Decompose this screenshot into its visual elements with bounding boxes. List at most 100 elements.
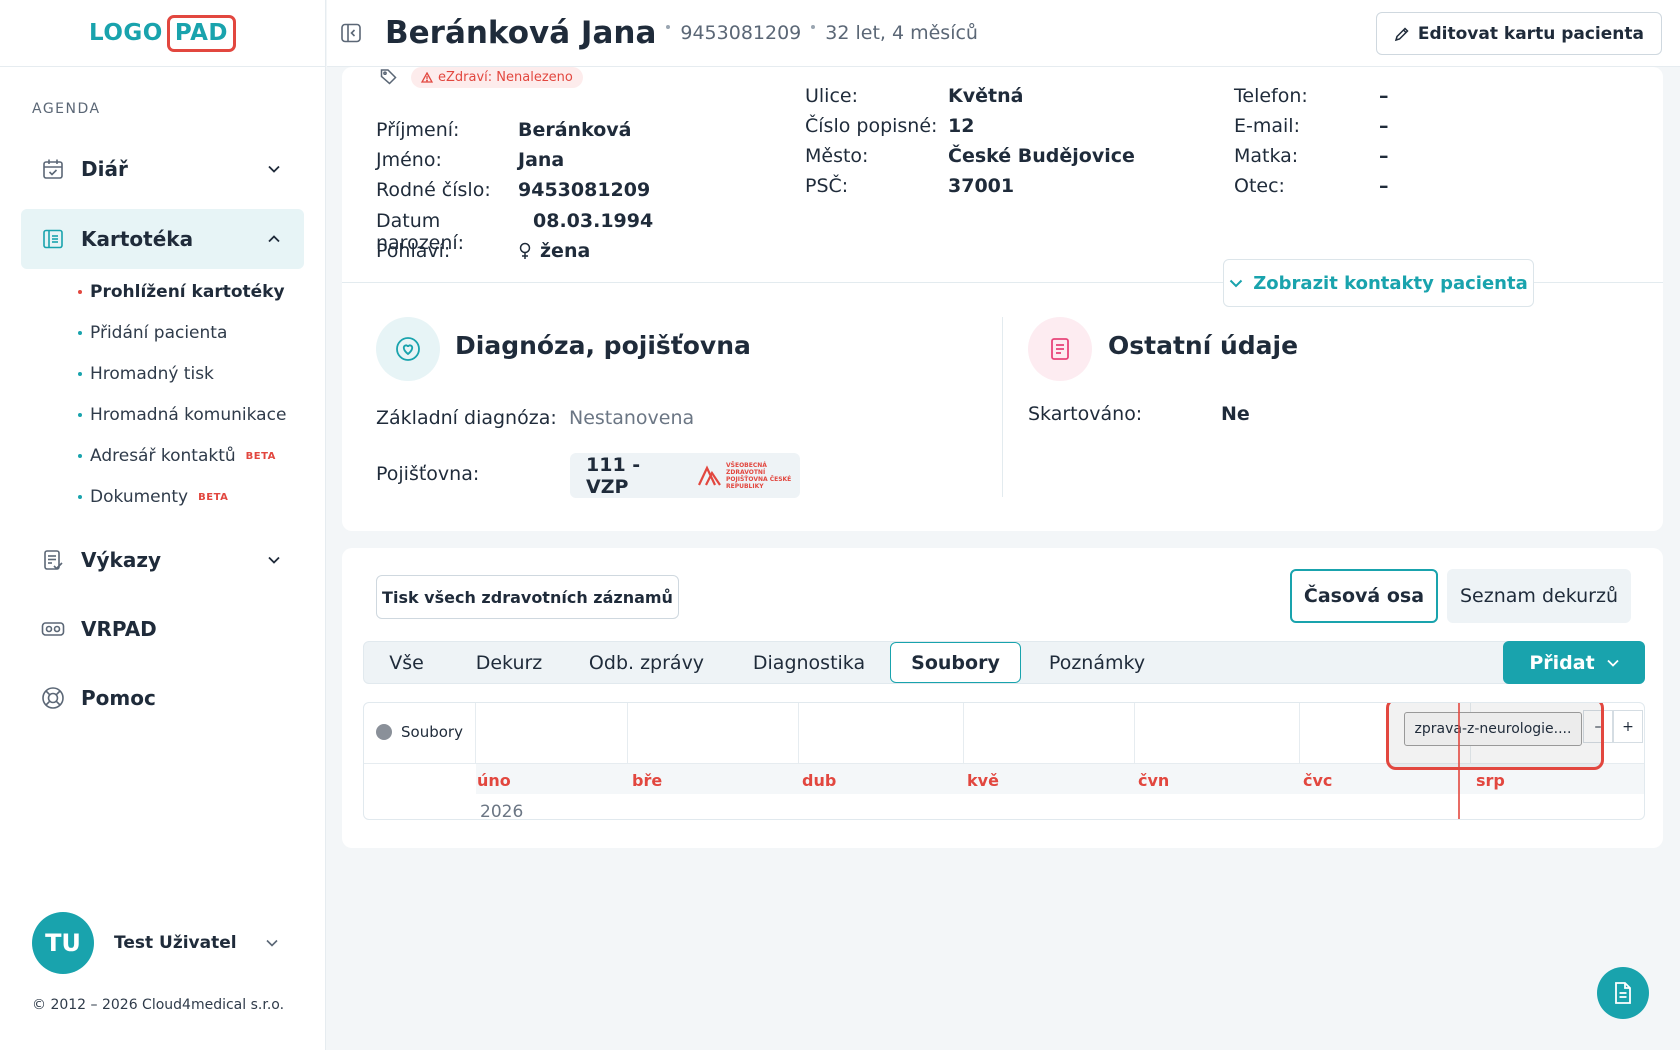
field-label: Pohlaví: bbox=[376, 240, 451, 262]
sidebar-subitem-prohlizeni[interactable]: Prohlížení kartotéky bbox=[78, 282, 285, 302]
timeline-current-date-marker bbox=[1458, 703, 1460, 819]
field-sex: Pohlaví: žena bbox=[376, 240, 590, 262]
field-value: 9453081209 bbox=[518, 179, 651, 201]
show-patient-contacts-button[interactable]: Zobrazit kontakty pacienta bbox=[1223, 259, 1534, 307]
sidebar-subitem-label: Dokumenty bbox=[90, 487, 189, 507]
field-value: Jana bbox=[518, 149, 565, 171]
sidebar-item-vrpad[interactable]: VRPAD bbox=[21, 599, 304, 659]
lifebuoy-icon bbox=[41, 686, 65, 710]
field-label: E-mail: bbox=[1234, 115, 1300, 137]
timeline-gridline bbox=[1299, 703, 1300, 763]
tab-poznamky[interactable]: Poznámky bbox=[1026, 642, 1168, 683]
field-label: Skartováno: bbox=[1028, 403, 1143, 425]
sidebar-subitem-adresar[interactable]: Adresář kontaktů BETA bbox=[78, 446, 276, 466]
sidebar-item-diar[interactable]: Diář bbox=[21, 139, 304, 199]
sidebar-subitem-label: Hromadná komunikace bbox=[90, 405, 287, 425]
sidebar-subitem-label: Adresář kontaktů bbox=[90, 446, 236, 466]
chevron-down-icon bbox=[266, 161, 282, 177]
sidebar-subitem-dokumenty[interactable]: Dokumenty BETA bbox=[78, 487, 228, 507]
section-title-agenda: AGENDA bbox=[32, 101, 101, 117]
patient-info-card: eZdraví: Nenalezeno Příjmení: Beránková J… bbox=[342, 67, 1663, 531]
other-section-title: Ostatní údaje bbox=[1108, 331, 1299, 360]
zoom-in-button[interactable]: + bbox=[1613, 710, 1643, 743]
field-value: 37001 bbox=[948, 175, 1015, 197]
sidebar-item-label: Pomoc bbox=[81, 686, 156, 710]
timeline-month: kvě bbox=[967, 771, 999, 790]
sidebar-item-vykazy[interactable]: Výkazy bbox=[21, 530, 304, 590]
chevron-down-icon bbox=[1607, 659, 1619, 667]
add-record-button[interactable]: Přidat bbox=[1503, 641, 1645, 684]
field-value: Květná bbox=[948, 85, 1024, 107]
sidebar-subitem-label: Přidání pacienta bbox=[90, 323, 228, 343]
logo-part-logo: LOGO bbox=[89, 20, 163, 46]
vzp-logo: VŠEOBECNÁ ZDRAVOTNÍ POJIŠŤOVNA ČESKÉ REP… bbox=[697, 462, 800, 490]
sidebar-item-pomoc[interactable]: Pomoc bbox=[21, 668, 304, 728]
decursus-list-button[interactable]: Seznam dekurzů bbox=[1447, 569, 1631, 623]
field-shredded: Skartováno: Ne bbox=[1028, 403, 1250, 425]
chevron-down-icon bbox=[266, 939, 278, 947]
document-icon bbox=[1049, 337, 1071, 361]
other-section-icon-wrap bbox=[1028, 317, 1092, 381]
sidebar-item-label: Kartotéka bbox=[81, 227, 194, 251]
print-all-records-button[interactable]: Tisk všech zdravotních záznamů bbox=[376, 575, 679, 619]
group-color-dot bbox=[376, 724, 392, 740]
field-label: Telefon: bbox=[1234, 85, 1308, 107]
field-value: – bbox=[1379, 145, 1389, 167]
logo-part-pad: PAD bbox=[166, 14, 236, 52]
field-label: Ulice: bbox=[805, 85, 859, 107]
sidebar-subitem-label: Hromadný tisk bbox=[90, 364, 214, 384]
field-zip: PSČ: 37001 bbox=[805, 175, 1014, 197]
tab-diagnostika[interactable]: Diagnostika bbox=[729, 642, 889, 683]
tab-vse[interactable]: Vše bbox=[364, 642, 449, 683]
section-divider bbox=[1002, 317, 1003, 497]
timeline-view-button[interactable]: Časová osa bbox=[1290, 569, 1438, 623]
tab-soubory[interactable]: Soubory bbox=[890, 642, 1021, 683]
report-icon bbox=[41, 548, 65, 572]
sidebar-subitem-hromadna-komunikace[interactable]: Hromadná komunikace bbox=[78, 405, 286, 425]
files-timeline[interactable]: Soubory úno bře dub kvě čvn čvc srp 2026… bbox=[363, 702, 1645, 820]
field-label: Pojišťovna: bbox=[376, 463, 480, 485]
field-email: E-mail: – bbox=[1234, 115, 1389, 137]
timeline-gridline bbox=[963, 703, 964, 763]
timeline-month: dub bbox=[802, 771, 837, 790]
edit-patient-card-button[interactable]: Editovat kartu pacienta bbox=[1375, 12, 1662, 55]
insurance-code: 111 - VZP bbox=[586, 453, 641, 498]
field-value: – bbox=[1379, 85, 1389, 107]
timeline-group-text: Soubory bbox=[401, 723, 463, 741]
calendar-icon bbox=[41, 157, 65, 181]
timeline-month: srp bbox=[1476, 771, 1505, 790]
tab-dekurz[interactable]: Dekurz bbox=[454, 642, 564, 683]
page-title: Beránková Jana bbox=[385, 15, 657, 51]
timeline-year: 2026 bbox=[480, 802, 524, 820]
edit-patient-card-label: Editovat kartu pacienta bbox=[1417, 23, 1644, 44]
tab-odb-zpravy[interactable]: Odb. zprávy bbox=[569, 642, 724, 683]
field-value: Beránková bbox=[518, 119, 632, 141]
tag-icon[interactable] bbox=[380, 68, 397, 85]
field-mother: Matka: – bbox=[1234, 145, 1389, 167]
ezdravi-status-badge: eZdraví: Nenalezeno bbox=[411, 67, 583, 88]
sidebar-item-kartoteka[interactable]: Kartotéka bbox=[21, 209, 304, 269]
pencil-icon bbox=[1394, 26, 1410, 42]
vr-headset-icon bbox=[41, 617, 65, 641]
user-menu[interactable]: TU Test Uživatel bbox=[32, 912, 282, 974]
sidebar-toggle-icon[interactable] bbox=[337, 19, 365, 47]
beta-badge: BETA bbox=[198, 491, 229, 503]
field-label: Základní diagnóza: bbox=[376, 407, 557, 429]
show-patient-contacts-label: Zobrazit kontakty pacienta bbox=[1253, 272, 1528, 294]
field-insurance-label: Pojišťovna: bbox=[376, 463, 479, 485]
bullet-dot bbox=[78, 413, 82, 417]
logo[interactable]: LOGO PAD bbox=[89, 14, 236, 52]
sidebar-subitem-hromadny-tisk[interactable]: Hromadný tisk bbox=[78, 364, 214, 384]
ezdravi-status-text: eZdraví: Nenalezeno bbox=[438, 70, 573, 85]
avatar: TU bbox=[32, 912, 94, 974]
field-value: Ne bbox=[1221, 403, 1250, 425]
quick-document-button[interactable] bbox=[1597, 967, 1649, 1019]
sidebar: LOGO PAD AGENDA Diář Kartotéka Prohlížen… bbox=[0, 0, 326, 1050]
timeline-month: čvn bbox=[1138, 771, 1170, 790]
chevron-up-icon bbox=[266, 231, 282, 247]
timeline-file-item[interactable]: zprava-z-neurologie.... bbox=[1404, 712, 1582, 746]
sidebar-subitem-pridani[interactable]: Přidání pacienta bbox=[78, 323, 227, 343]
field-value: 12 bbox=[948, 115, 975, 137]
timeline-gridline bbox=[627, 703, 628, 763]
field-value: žena bbox=[540, 240, 591, 262]
